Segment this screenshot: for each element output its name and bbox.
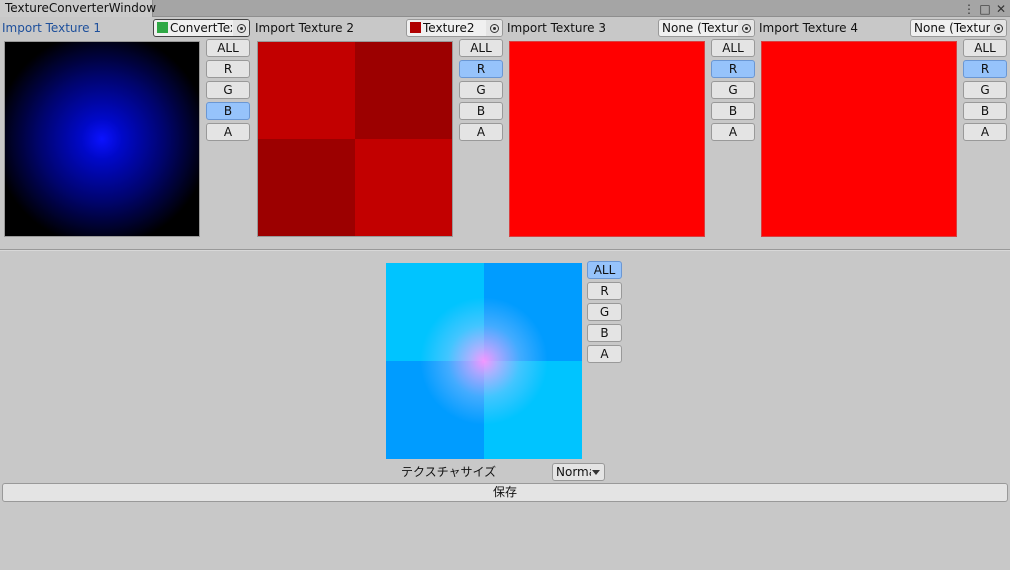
import-panel-3: Import Texture 3 None (Texture ALL R G B… bbox=[505, 18, 757, 240]
object-picker-icon[interactable] bbox=[990, 20, 1006, 36]
save-button[interactable]: 保存 bbox=[2, 483, 1008, 502]
channel-r-button[interactable]: R bbox=[206, 60, 250, 78]
output-texture-preview bbox=[386, 263, 582, 459]
texture-size-value: Normal bbox=[556, 465, 591, 479]
texture-object-field[interactable]: ConvertTex bbox=[153, 19, 250, 37]
channel-a-button[interactable]: A bbox=[206, 123, 250, 141]
channel-b-button[interactable]: B bbox=[459, 102, 503, 120]
window-controls: ⋮ □ ✕ bbox=[963, 0, 1007, 17]
channel-g-button[interactable]: G bbox=[711, 81, 755, 99]
maximize-icon[interactable]: □ bbox=[979, 2, 991, 16]
channel-g-button[interactable]: G bbox=[206, 81, 250, 99]
import-texture-label: Import Texture 3 bbox=[507, 21, 607, 35]
texture-size-label: テクスチャサイズ bbox=[401, 465, 497, 479]
channel-b-button[interactable]: B bbox=[963, 102, 1007, 120]
dropdown-arrow-icon bbox=[592, 470, 600, 475]
window-title: TextureConverterWindow bbox=[5, 1, 157, 15]
channel-all-button[interactable]: ALL bbox=[963, 39, 1007, 57]
texture-field-value: Texture2 bbox=[423, 21, 475, 35]
texture-object-field[interactable]: None (Texture bbox=[658, 19, 755, 37]
texture-thumb-icon bbox=[157, 22, 168, 33]
output-channel-g-button[interactable]: G bbox=[587, 303, 622, 321]
texture-preview bbox=[4, 41, 200, 237]
output-channel-b-button[interactable]: B bbox=[587, 324, 622, 342]
channel-b-button[interactable]: B bbox=[206, 102, 250, 120]
channel-buttons: ALL R G B A bbox=[963, 39, 1007, 144]
texture-preview bbox=[761, 41, 957, 237]
channel-all-button[interactable]: ALL bbox=[711, 39, 755, 57]
import-texture-label: Import Texture 1 bbox=[2, 21, 102, 35]
section-divider bbox=[0, 249, 1010, 251]
texture-field-value: None (Texture bbox=[662, 21, 740, 35]
texture-object-field[interactable]: Texture2 bbox=[406, 19, 503, 37]
output-channel-all-button[interactable]: ALL bbox=[587, 261, 622, 279]
import-panel-1: Import Texture 1 ConvertTex ALL R G B A bbox=[0, 18, 252, 240]
more-vert-icon[interactable]: ⋮ bbox=[963, 2, 975, 16]
channel-a-button[interactable]: A bbox=[459, 123, 503, 141]
channel-buttons: ALL R G B A bbox=[459, 39, 503, 144]
channel-all-button[interactable]: ALL bbox=[459, 39, 503, 57]
object-picker-icon[interactable] bbox=[738, 20, 754, 36]
channel-b-button[interactable]: B bbox=[711, 102, 755, 120]
texture-object-field[interactable]: None (Texture bbox=[910, 19, 1007, 37]
channel-g-button[interactable]: G bbox=[963, 81, 1007, 99]
import-panel-2: Import Texture 2 Texture2 ALL R G B A bbox=[253, 18, 505, 240]
channel-a-button[interactable]: A bbox=[711, 123, 755, 141]
channel-r-button[interactable]: R bbox=[711, 60, 755, 78]
texture-size-dropdown[interactable]: Normal bbox=[552, 463, 605, 481]
texture-thumb-icon bbox=[410, 22, 421, 33]
object-picker-icon[interactable] bbox=[486, 20, 502, 36]
channel-a-button[interactable]: A bbox=[963, 123, 1007, 141]
channel-buttons: ALL R G B A bbox=[206, 39, 250, 144]
object-picker-icon[interactable] bbox=[233, 20, 249, 36]
import-panel-4: Import Texture 4 None (Texture ALL R G B… bbox=[757, 18, 1009, 240]
texture-field-value: ConvertTex bbox=[170, 21, 232, 35]
output-channel-a-button[interactable]: A bbox=[587, 345, 622, 363]
texture-preview bbox=[509, 41, 705, 237]
import-texture-label: Import Texture 2 bbox=[255, 21, 355, 35]
texture-field-value: None (Texture bbox=[914, 21, 992, 35]
channel-buttons: ALL R G B A bbox=[711, 39, 755, 144]
channel-r-button[interactable]: R bbox=[963, 60, 1007, 78]
close-icon[interactable]: ✕ bbox=[995, 2, 1007, 16]
channel-r-button[interactable]: R bbox=[459, 60, 503, 78]
channel-all-button[interactable]: ALL bbox=[206, 39, 250, 57]
window-tab-bar: TextureConverterWindow ⋮ □ ✕ bbox=[0, 0, 1010, 17]
texture-preview bbox=[257, 41, 453, 237]
import-texture-label: Import Texture 4 bbox=[759, 21, 859, 35]
output-channel-buttons: ALL R G B A bbox=[587, 261, 622, 366]
output-channel-r-button[interactable]: R bbox=[587, 282, 622, 300]
window-tab[interactable]: TextureConverterWindow bbox=[0, 0, 157, 17]
channel-g-button[interactable]: G bbox=[459, 81, 503, 99]
